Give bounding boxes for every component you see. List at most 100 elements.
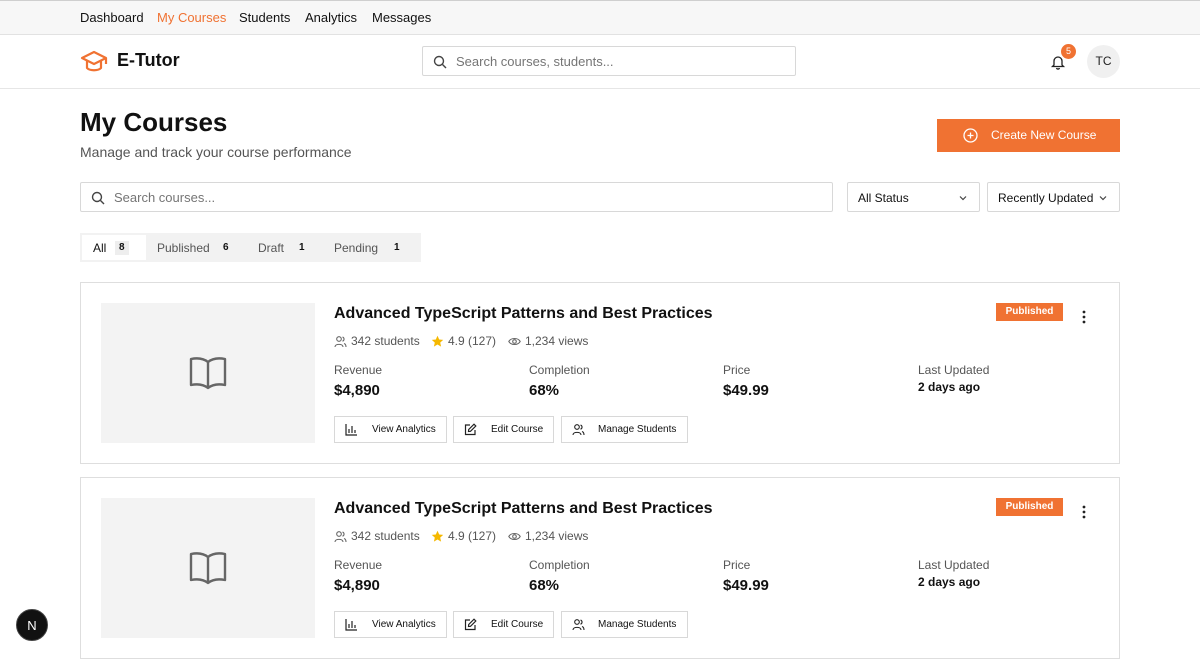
edit-icon bbox=[464, 618, 477, 631]
avatar[interactable]: TC bbox=[1087, 45, 1120, 78]
manage-students-label: Manage Students bbox=[598, 424, 677, 435]
students-count: 342 students bbox=[351, 529, 420, 543]
nav-analytics[interactable]: Analytics bbox=[305, 10, 357, 25]
completion-value: 68% bbox=[529, 382, 560, 399]
graduation-cap-icon bbox=[80, 50, 108, 72]
revenue-label: Revenue bbox=[334, 363, 383, 377]
manage-students-label: Manage Students bbox=[598, 619, 677, 630]
page-subtitle: Manage and track your course performance bbox=[80, 144, 352, 160]
global-search-input[interactable] bbox=[456, 53, 786, 69]
tab-count: 1 bbox=[299, 242, 305, 253]
top-nav: Dashboard My Courses Students Analytics … bbox=[0, 0, 1200, 35]
tab-label: Pending bbox=[334, 241, 379, 255]
course-title[interactable]: Advanced TypeScript Patterns and Best Pr… bbox=[334, 305, 713, 323]
edit-course-button[interactable]: Edit Course bbox=[453, 611, 554, 638]
app-header: E-Tutor 5 TC bbox=[0, 35, 1200, 89]
revenue-value: $4,890 bbox=[334, 382, 380, 399]
rating-value: 4.9 (127) bbox=[448, 334, 497, 348]
star-icon bbox=[431, 530, 444, 542]
tab-label: Draft bbox=[258, 241, 285, 255]
tab-draft[interactable]: Draft 1 bbox=[246, 235, 314, 260]
students-count: 342 students bbox=[351, 334, 420, 348]
views-count: 1,234 views bbox=[525, 334, 589, 348]
course-card: Advanced TypeScript Patterns and Best Pr… bbox=[80, 282, 1120, 464]
price-value: $49.99 bbox=[723, 577, 769, 594]
edit-icon bbox=[464, 423, 477, 436]
tab-count: 1 bbox=[394, 242, 400, 253]
users-icon bbox=[572, 619, 585, 631]
book-icon bbox=[189, 552, 227, 585]
view-analytics-button[interactable]: View Analytics bbox=[334, 416, 447, 443]
star-icon bbox=[431, 335, 444, 347]
search-icon bbox=[91, 191, 105, 205]
status-tabs: All 8 Published 6 Draft 1 Pending 1 bbox=[80, 233, 421, 262]
sort-select-value: Recently Updated bbox=[998, 191, 1094, 205]
nav-students[interactable]: Students bbox=[239, 10, 290, 25]
manage-students-button[interactable]: Manage Students bbox=[561, 416, 688, 443]
eye-icon bbox=[508, 337, 521, 346]
more-options-icon[interactable] bbox=[1077, 504, 1091, 520]
manage-students-button[interactable]: Manage Students bbox=[561, 611, 688, 638]
dev-tools-badge[interactable]: N bbox=[16, 609, 48, 641]
tab-count: 8 bbox=[115, 241, 129, 255]
revenue-value: $4,890 bbox=[334, 577, 380, 594]
updated-label: Last Updated bbox=[918, 558, 990, 572]
view-analytics-button[interactable]: View Analytics bbox=[334, 611, 447, 638]
brand-name: E-Tutor bbox=[117, 50, 180, 70]
completion-value: 68% bbox=[529, 577, 560, 594]
completion-label: Completion bbox=[529, 363, 590, 377]
price-label: Price bbox=[723, 558, 751, 572]
edit-course-label: Edit Course bbox=[491, 619, 544, 630]
tab-label: All bbox=[93, 241, 107, 255]
notification-badge: 5 bbox=[1061, 44, 1076, 59]
eye-icon bbox=[508, 532, 521, 541]
course-title[interactable]: Advanced TypeScript Patterns and Best Pr… bbox=[334, 500, 713, 518]
global-search[interactable] bbox=[422, 46, 796, 76]
course-search-input[interactable] bbox=[114, 189, 814, 205]
tab-count: 6 bbox=[223, 242, 229, 253]
nav-messages[interactable]: Messages bbox=[372, 10, 431, 25]
nav-dashboard[interactable]: Dashboard bbox=[80, 10, 144, 25]
price-label: Price bbox=[723, 363, 751, 377]
chevron-down-icon bbox=[1099, 196, 1107, 201]
users-icon bbox=[334, 336, 347, 348]
rating-value: 4.9 (127) bbox=[448, 529, 497, 543]
nav-my-courses[interactable]: My Courses bbox=[157, 10, 226, 25]
chevron-down-icon bbox=[959, 196, 967, 201]
tab-pending[interactable]: Pending 1 bbox=[324, 235, 406, 260]
more-options-icon[interactable] bbox=[1077, 309, 1091, 325]
tab-label: Published bbox=[157, 241, 210, 255]
status-select-value: All Status bbox=[858, 191, 909, 205]
users-icon bbox=[572, 424, 585, 436]
users-icon bbox=[334, 531, 347, 543]
updated-value: 2 days ago bbox=[918, 380, 981, 394]
views-count: 1,234 views bbox=[525, 529, 589, 543]
sort-select[interactable]: Recently Updated bbox=[987, 182, 1120, 212]
price-value: $49.99 bbox=[723, 382, 769, 399]
revenue-label: Revenue bbox=[334, 558, 383, 572]
view-analytics-label: View Analytics bbox=[372, 424, 436, 435]
status-badge: Published bbox=[996, 303, 1063, 321]
tab-all[interactable]: All 8 bbox=[82, 235, 146, 260]
course-card: Advanced TypeScript Patterns and Best Pr… bbox=[80, 477, 1120, 659]
book-icon bbox=[189, 357, 227, 390]
bar-chart-icon bbox=[345, 619, 357, 631]
course-thumbnail bbox=[101, 498, 315, 638]
completion-label: Completion bbox=[529, 558, 590, 572]
create-course-label: Create New Course bbox=[991, 128, 1097, 142]
search-icon bbox=[433, 55, 447, 69]
status-badge: Published bbox=[996, 498, 1063, 516]
view-analytics-label: View Analytics bbox=[372, 619, 436, 630]
create-course-button[interactable]: Create New Course bbox=[937, 119, 1120, 152]
edit-course-label: Edit Course bbox=[491, 424, 544, 435]
status-select[interactable]: All Status bbox=[847, 182, 980, 212]
plus-circle-icon bbox=[963, 128, 978, 143]
tab-published[interactable]: Published 6 bbox=[148, 235, 240, 260]
page-title: My Courses bbox=[80, 107, 228, 137]
bar-chart-icon bbox=[345, 424, 357, 436]
updated-value: 2 days ago bbox=[918, 575, 981, 589]
course-thumbnail bbox=[101, 303, 315, 443]
edit-course-button[interactable]: Edit Course bbox=[453, 416, 554, 443]
updated-label: Last Updated bbox=[918, 363, 990, 377]
course-search[interactable] bbox=[80, 182, 833, 212]
